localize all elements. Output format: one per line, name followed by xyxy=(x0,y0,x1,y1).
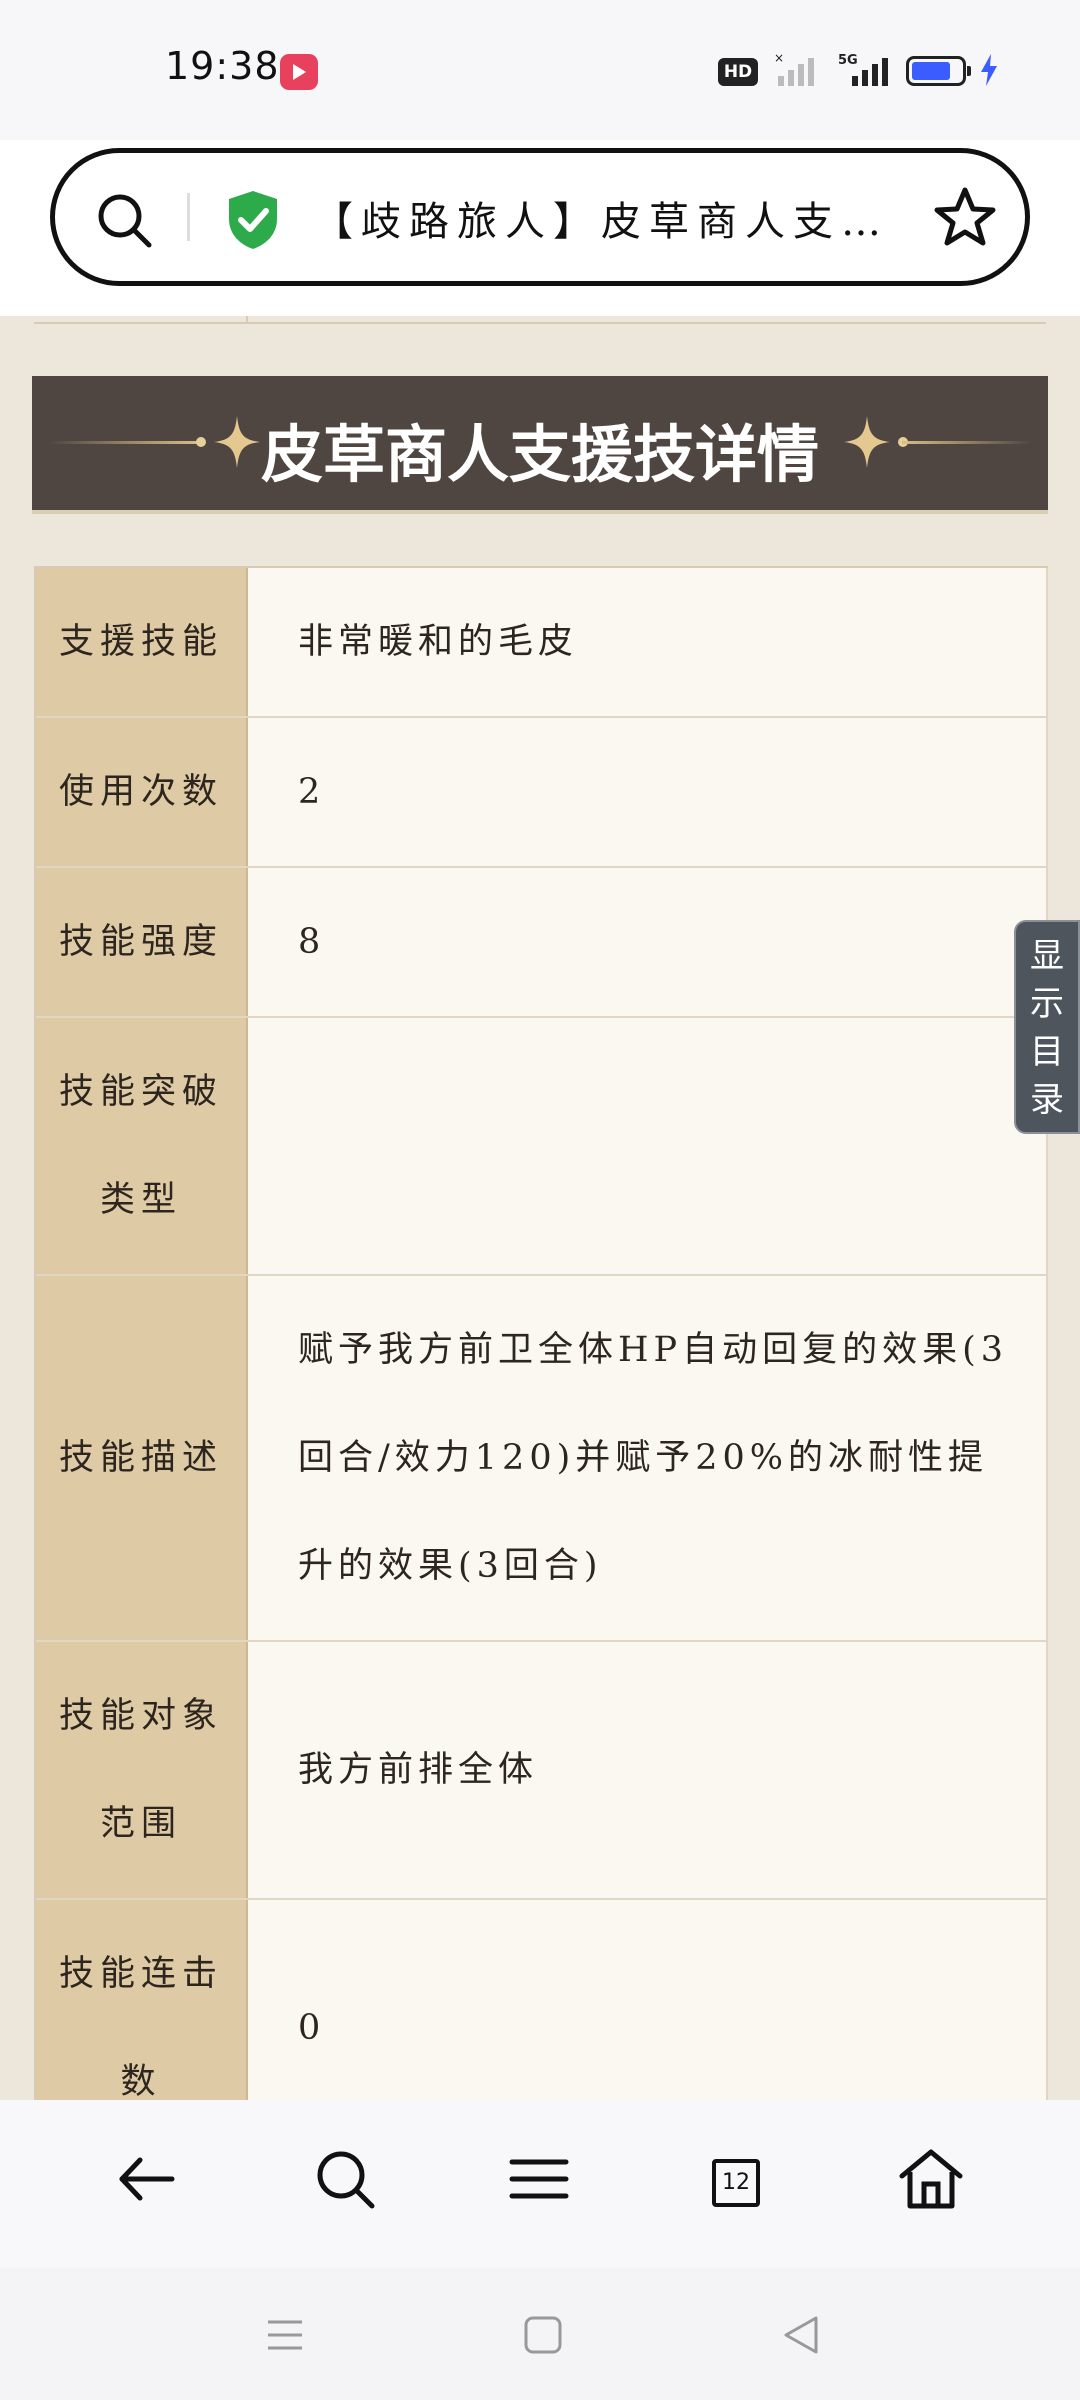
row-key: 使用次数 xyxy=(36,718,248,866)
row-key: 技能对象范围 xyxy=(36,1642,248,1898)
row-key: 技能连击数 xyxy=(36,1900,248,2100)
banner-line-right xyxy=(902,441,1032,444)
section-banner: 皮草商人支援技详情 xyxy=(32,376,1048,514)
row-value: 我方前排全体 xyxy=(248,1642,1048,1898)
row-key: 技能描述 xyxy=(36,1276,248,1640)
row-value: 赋予我方前卫全体HP自动回复的效果(3回合/效力120)并赋予20%的冰耐性提升… xyxy=(248,1276,1048,1640)
back-triangle-icon[interactable] xyxy=(778,2312,824,2358)
row-value xyxy=(248,1018,1048,1274)
address-divider xyxy=(187,193,190,241)
row-key: 技能突破类型 xyxy=(36,1018,248,1274)
screen: 19:38 HD × 5G 【歧路旅人】皮草商人支… 皮草商人支援技详情 支援技… xyxy=(0,0,1080,2400)
recents-icon[interactable] xyxy=(262,2312,308,2358)
charging-icon xyxy=(981,54,997,86)
table-row: 技能描述 赋予我方前卫全体HP自动回复的效果(3回合/效力120)并赋予20%的… xyxy=(36,1276,1048,1642)
video-app-icon xyxy=(280,54,318,90)
address-bar[interactable]: 【歧路旅人】皮草商人支… xyxy=(50,148,1030,286)
search-icon[interactable] xyxy=(95,191,155,251)
sparkle-right-icon xyxy=(844,416,890,468)
page-title[interactable]: 【歧路旅人】皮草商人支… xyxy=(313,189,913,247)
row-value: 2 xyxy=(248,718,1048,866)
skill-detail-table: 支援技能 非常暖和的毛皮 使用次数 2 技能强度 8 技能突破类型 技能描述 赋… xyxy=(34,566,1048,2100)
web-content: 皮草商人支援技详情 支援技能 非常暖和的毛皮 使用次数 2 技能强度 8 技能突… xyxy=(0,316,1080,2100)
browser-bottom-nav xyxy=(0,2100,1080,2268)
battery-icon xyxy=(906,56,971,86)
system-nav-bar xyxy=(0,2268,1080,2400)
back-arrow-icon[interactable] xyxy=(112,2144,182,2214)
status-bar: 19:38 HD × 5G xyxy=(0,0,1080,140)
table-row: 支援技能 非常暖和的毛皮 xyxy=(36,568,1048,718)
home-square-icon[interactable] xyxy=(520,2312,566,2358)
network-type-label: 5G xyxy=(838,53,858,68)
row-key: 技能强度 xyxy=(36,868,248,1016)
row-key: 支援技能 xyxy=(36,568,248,716)
table-row: 技能对象范围 我方前排全体 xyxy=(36,1642,1048,1900)
table-row: 技能连击数 0 xyxy=(36,1900,1048,2100)
row-value: 8 xyxy=(248,868,1048,1016)
shield-check-icon[interactable] xyxy=(225,189,281,251)
row-value: 0 xyxy=(248,1900,1048,2100)
row-value: 非常暖和的毛皮 xyxy=(248,568,1048,716)
table-row: 使用次数 2 xyxy=(36,718,1048,868)
status-time: 19:38 xyxy=(165,44,280,88)
hd-voice-icon: HD xyxy=(718,58,758,86)
home-icon[interactable] xyxy=(896,2144,966,2214)
table-row: 技能突破类型 xyxy=(36,1018,1048,1276)
banner-title: 皮草商人支援技详情 xyxy=(260,418,819,491)
star-icon[interactable] xyxy=(933,185,997,249)
svg-text:×: × xyxy=(774,52,784,65)
show-toc-button[interactable]: 显示目录 xyxy=(1014,920,1080,1134)
menu-icon[interactable] xyxy=(504,2144,574,2214)
previous-table-edge xyxy=(34,316,1046,324)
search-icon[interactable] xyxy=(310,2144,380,2214)
tabs-icon[interactable]: 12 xyxy=(712,2159,760,2207)
signal-5g-icon: 5G xyxy=(838,53,888,86)
table-row: 技能强度 8 xyxy=(36,868,1048,1018)
signal-sim1-icon: × xyxy=(774,52,814,86)
